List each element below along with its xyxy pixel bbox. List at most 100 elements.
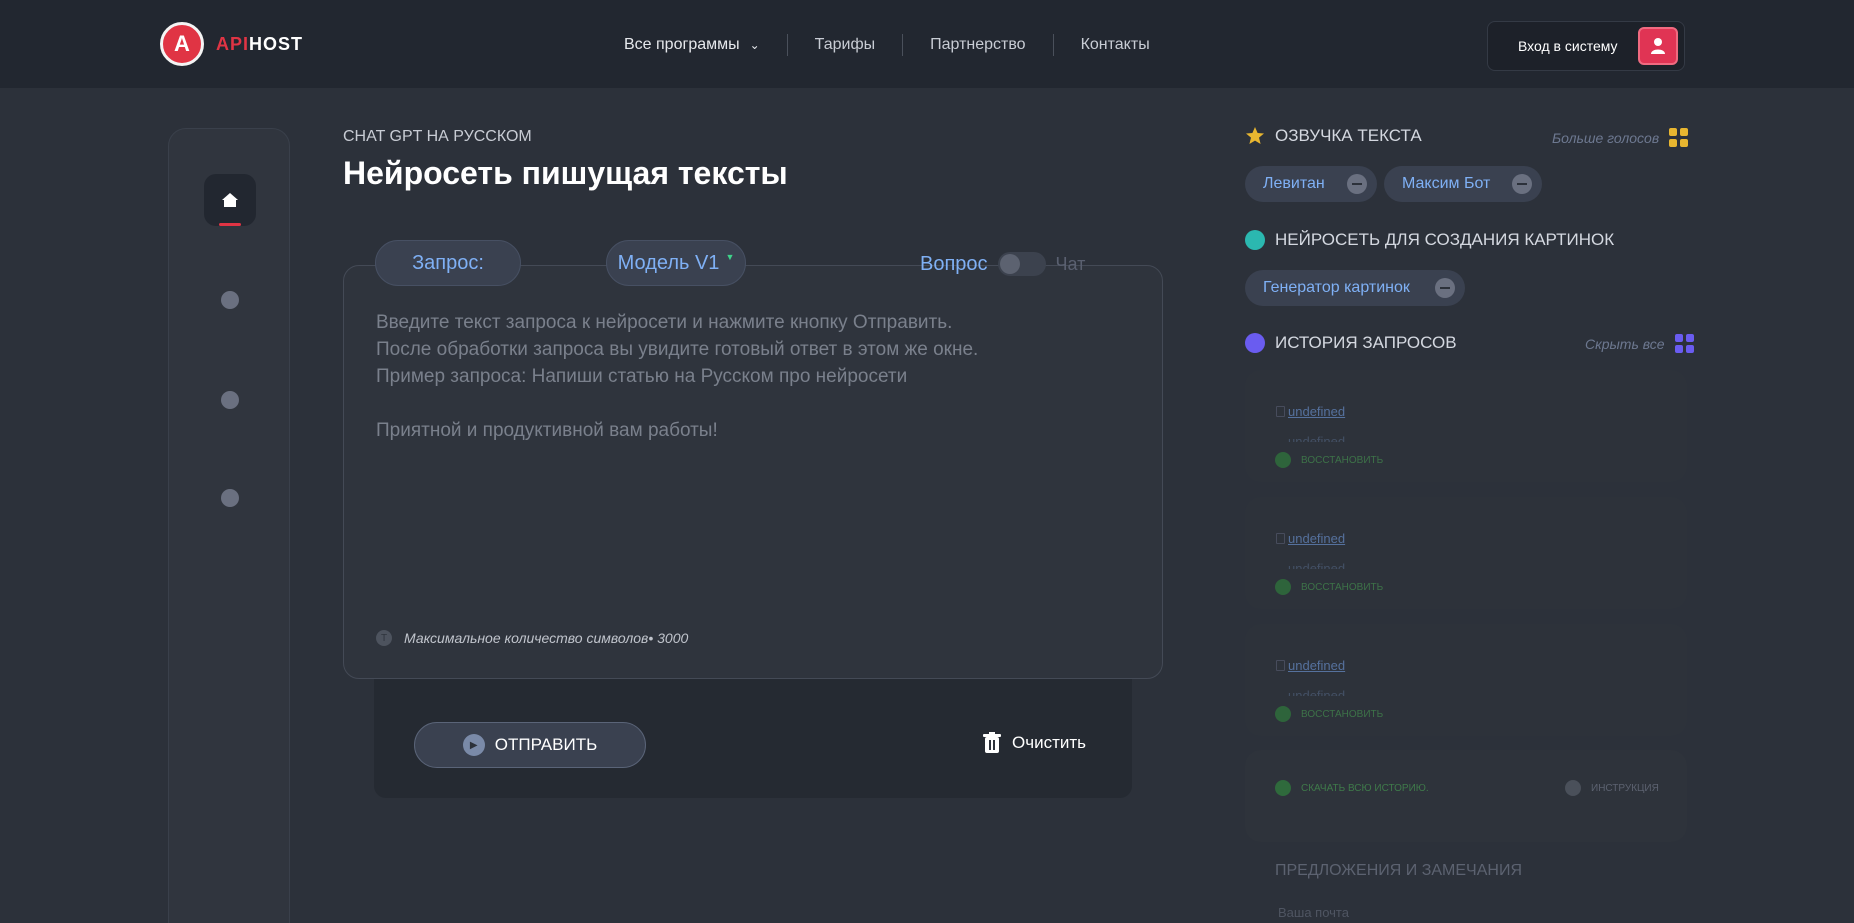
question-icon [1565,780,1581,796]
voice-chip-maxim[interactable]: Максим Бот [1384,166,1542,202]
play-icon: ▶ [462,734,485,756]
restore-button[interactable]: ВОССТАНОВИТЬ [1275,579,1383,595]
placeholder-line: После обработки запроса вы увидите готов… [376,339,979,360]
nav-partnership[interactable]: Партнерство [930,36,1025,54]
mode-switch: Вопрос Чат [920,252,1085,276]
active-indicator [219,223,241,226]
document-icon [1276,660,1285,671]
login-button[interactable]: Вход в систему [1487,21,1685,71]
restore-icon [1275,579,1291,595]
messages-button[interactable] [204,472,256,524]
history-link[interactable]: undefined [1288,561,1345,569]
logo-api: API [216,33,250,54]
nav-all-programs[interactable]: Все программы [624,36,740,54]
chart-icon [221,291,239,309]
logo-host: HOST [249,33,304,54]
page-title: Нейросеть пишущая тексты [343,155,788,191]
images-section-title: НЕЙРОСЕТЬ ДЛЯ СОЗДАНИЯ КАРТИНОК [1245,230,1614,250]
voice-label: Максим Бот [1402,175,1491,192]
send-label: ОТПРАВИТЬ [494,735,598,754]
restore-label: ВОССТАНОВИТЬ [1301,454,1384,466]
remove-icon[interactable] [1512,174,1532,194]
nav-divider [902,34,904,56]
history-icon [1245,333,1265,353]
placeholder-line: Пример запроса: Напиши статью на Русском… [376,366,908,387]
palette-icon [1245,230,1265,250]
main-nav: Все программы ⌄ Тарифы Партнерство Конта… [624,34,1150,56]
query-textarea[interactable]: Введите текст запроса к нейросети и нажм… [376,309,1076,444]
placeholder-line: Введите текст запроса к нейросети и нажм… [376,312,953,333]
instruction-label: ИНСТРУКЦИЯ [1591,782,1659,794]
logo-badge: A [160,22,204,66]
home-icon [222,193,238,207]
document-icon [1276,533,1285,544]
tts-title: ОЗВУЧКА ТЕКСТА [1275,126,1422,145]
logo-text: APIHOST [216,34,303,55]
left-sidebar [168,128,290,923]
trash-icon [983,732,1001,753]
voice-chip-levitan[interactable]: Левитан [1245,166,1377,202]
query-tab[interactable]: Запрос: [375,240,521,286]
download-icon [1275,780,1291,796]
mode-chat-label: Чат [1055,253,1086,274]
grid-icon [1669,128,1689,147]
history-link[interactable]: undefined [1288,658,1345,673]
max-chars-note: T Максимальное количество символов• 3000 [376,630,688,646]
tts-section-title: ОЗВУЧКА ТЕКСТА [1245,126,1422,146]
images-title: НЕЙРОСЕТЬ ДЛЯ СОЗДАНИЯ КАРТИНОК [1275,230,1615,249]
restore-icon [1275,452,1291,468]
restore-icon [1275,706,1291,722]
history-item: undefined undefined ВОССТАНОВИТЬ [1245,624,1687,736]
history-section-title: ИСТОРИЯ ЗАПРОСОВ [1245,333,1457,353]
mode-toggle[interactable] [997,252,1046,276]
instruction-link[interactable]: ИНСТРУКЦИЯ [1565,780,1659,796]
chevron-down-icon[interactable]: ⌄ [750,38,760,52]
history-title: ИСТОРИЯ ЗАПРОСОВ [1275,333,1457,352]
restore-label: ВОССТАНОВИТЬ [1301,708,1384,720]
document-icon [1276,406,1285,417]
history-actions: СКАЧАТЬ ВСЮ ИСТОРИЮ. ИНСТРУКЦИЯ [1245,750,1687,842]
restore-button[interactable]: ВОССТАНОВИТЬ [1275,706,1383,722]
history-item: undefined undefined ВОССТАНОВИТЬ [1245,370,1687,482]
restore-button[interactable]: ВОССТАНОВИТЬ [1275,452,1383,468]
stats-button[interactable] [204,274,256,326]
hide-all-link[interactable]: Скрыть все [1585,334,1694,353]
nav-divider [1052,34,1054,56]
logo[interactable]: A APIHOST [160,22,303,66]
chat-icon [221,391,239,409]
max-chars-text: Максимальное количество символов• 3000 [404,630,689,646]
page-subtitle: CHAT GPT НА РУССКОМ [343,128,532,145]
history-link[interactable]: undefined [1288,531,1345,546]
hide-all-label: Скрыть все [1585,335,1665,352]
model-label: Модель V1 [617,251,720,274]
email-field[interactable]: Ваша почта [1278,905,1349,920]
send-button[interactable]: ▶ ОТПРАВИТЬ [414,722,646,768]
remove-icon[interactable] [1347,174,1367,194]
nav-contacts[interactable]: Контакты [1081,36,1150,54]
mode-question-label: Вопрос [920,252,988,275]
download-history-button[interactable]: СКАЧАТЬ ВСЮ ИСТОРИЮ. [1275,780,1429,796]
remove-icon[interactable] [1435,278,1455,298]
text-icon: T [376,630,392,646]
clear-label: Очистить [1012,733,1087,752]
clear-button[interactable]: Очистить [982,732,1086,754]
more-voices-label: Больше голосов [1552,129,1660,146]
user-icon[interactable] [1638,27,1678,65]
nav-tariffs[interactable]: Тарифы [815,36,875,54]
download-label: СКАЧАТЬ ВСЮ ИСТОРИЮ. [1301,782,1429,794]
history-link[interactable]: undefined [1288,688,1345,696]
image-tool-label: Генератор картинок [1263,279,1410,296]
top-header: A APIHOST Все программы ⌄ Тарифы Партнер… [0,0,1854,88]
message-icon [221,489,239,507]
home-button[interactable] [204,174,256,226]
image-tool-chip[interactable]: Генератор картинок [1245,270,1465,306]
history-item: undefined undefined ВОССТАНОВИТЬ [1245,497,1687,609]
history-link[interactable]: undefined [1288,404,1345,419]
nav-divider [786,34,788,56]
star-icon [1245,126,1265,146]
more-voices-link[interactable]: Больше голосов [1552,128,1689,147]
history-link[interactable]: undefined [1288,434,1345,442]
model-select[interactable]: Модель V1 ▼ [606,240,746,286]
caret-down-icon: ▼ [725,252,735,262]
chat-button[interactable] [204,374,256,426]
